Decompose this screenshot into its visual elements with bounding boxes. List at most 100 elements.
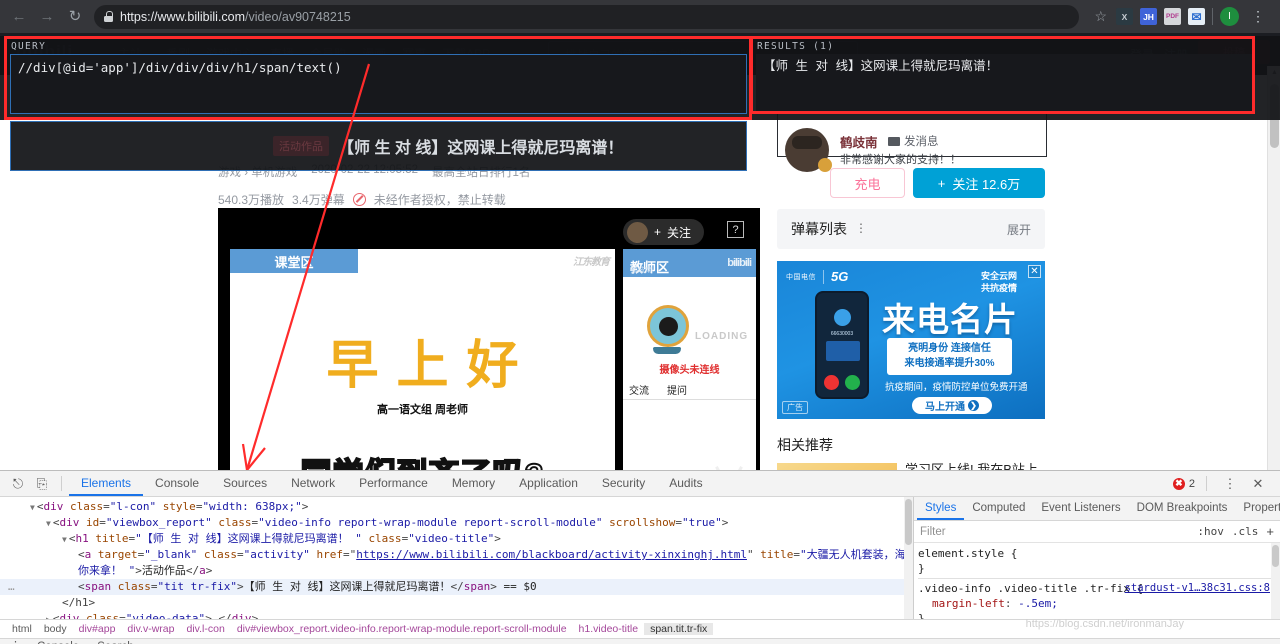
kebab-menu-icon[interactable]: ⋮: [855, 222, 867, 234]
tab-memory[interactable]: Memory: [440, 471, 507, 496]
star-icon[interactable]: ☆: [1087, 8, 1114, 25]
styles-tabs: Styles Computed Event Listeners DOM Brea…: [914, 497, 1280, 521]
tab-application[interactable]: Application: [507, 471, 590, 496]
video-danmaku-count: 3.4万弹幕: [292, 193, 345, 207]
attr-value-link[interactable]: https://www.bilibili.com/blackboard/acti…: [356, 548, 747, 561]
teacher-panel-tabs: 交流 提问: [623, 380, 756, 400]
dom-node-span-tit-selected[interactable]: … <span class="tit tr-fix">【师 生 对 线】这网课上…: [0, 579, 913, 595]
pdf-extension-icon[interactable]: PDF: [1164, 8, 1181, 25]
ad-banner[interactable]: 中国电信 5G 安全云网 共抗疫情 ✕ 66630003 来电名片 亮明身份 连…: [777, 261, 1045, 419]
tab-security[interactable]: Security: [590, 471, 657, 496]
xpath-query-input[interactable]: [10, 54, 747, 114]
slide-watermark: 江东教育: [573, 257, 610, 268]
tab-sources[interactable]: Sources: [211, 471, 279, 496]
page-scrollbar[interactable]: ▲: [1267, 66, 1280, 470]
tab-chat[interactable]: 交流: [629, 382, 649, 397]
close-icon[interactable]: ✕: [1246, 473, 1270, 495]
tab-dom-breakpoints[interactable]: DOM Breakpoints: [1129, 497, 1236, 520]
mail-extension-icon[interactable]: ✉: [1188, 8, 1205, 25]
tab-network[interactable]: Network: [279, 471, 347, 496]
attr-value: "width: 638px;": [202, 500, 302, 513]
expand-triangle-icon[interactable]: ▼: [30, 503, 35, 512]
expand-triangle-icon[interactable]: ▼: [46, 519, 51, 528]
player-follow-button[interactable]: + 关注: [622, 219, 704, 245]
cls-button[interactable]: .cls: [1232, 525, 1259, 538]
style-rule-tr-fix[interactable]: .video-info .video-title .tr-fix { stard…: [918, 581, 1280, 619]
kebab-menu-icon[interactable]: ⋮: [1246, 9, 1270, 23]
extension-bar: X JH PDF ✉ I ⋮: [1116, 7, 1274, 26]
breadcrumb-item-span-tit[interactable]: span.tit.tr-fix: [644, 623, 714, 635]
follow-button[interactable]: + 关注 12.6万: [913, 168, 1045, 198]
forward-arrow-icon[interactable]: →: [34, 4, 60, 30]
tab-styles[interactable]: Styles: [917, 497, 965, 520]
styles-scrollbar[interactable]: [1271, 543, 1280, 619]
close-icon[interactable]: ✕: [1028, 265, 1041, 278]
breadcrumb-item-h1-video-title[interactable]: h1.video-title: [573, 623, 645, 635]
style-property-value[interactable]: -.5em;: [1018, 597, 1058, 610]
dom-scrollbar[interactable]: [904, 497, 913, 619]
address-bar[interactable]: https://www.bilibili.com/video/av9074821…: [94, 4, 1080, 29]
tab-audits[interactable]: Audits: [657, 471, 714, 496]
styles-filter-input[interactable]: Filter: [920, 526, 1189, 538]
dom-node-viewbox-report[interactable]: ▼ <div id="viewbox_report" class="video-i…: [0, 515, 913, 531]
breadcrumb-item-app[interactable]: div#app: [73, 623, 122, 635]
ad-cta-button[interactable]: 马上开通 ❯: [912, 397, 992, 414]
dom-node-h1-video-title[interactable]: ▼ <h1 title="【师 生 对 线】这网课上得就尼玛离谱！ " class…: [0, 531, 913, 547]
status-badge[interactable]: ✖ 2: [1172, 477, 1195, 490]
kebab-menu-icon[interactable]: ⋮: [1218, 473, 1242, 495]
dom-scrollbar-thumb[interactable]: [905, 499, 912, 545]
breadcrumb-item-html[interactable]: html: [6, 623, 38, 635]
tab-performance[interactable]: Performance: [347, 471, 440, 496]
tab-console[interactable]: Console: [143, 471, 211, 496]
tab-properties[interactable]: Properties: [1235, 497, 1280, 520]
styles-scrollbar-thumb[interactable]: [1272, 545, 1279, 567]
list-item[interactable]: 【师 生 对 线】这网课上得就尼玛离谱！: [763, 58, 1247, 75]
breadcrumb-item-body[interactable]: body: [38, 623, 73, 635]
charge-button[interactable]: 充电: [830, 168, 905, 198]
dom-node-a-activity-text[interactable]: 你来拿！ ">活动作品</a>: [0, 563, 913, 579]
ad-tagline: 安全云网 共抗疫情: [980, 271, 1017, 294]
tab-question[interactable]: 提问: [667, 382, 687, 397]
breadcrumb-item-v-wrap[interactable]: div.v-wrap: [121, 623, 180, 635]
danmaku-expand-button[interactable]: 展开: [1007, 221, 1031, 238]
style-source-link[interactable]: stardust-v1…38c31.css:8: [1125, 581, 1270, 596]
avatar[interactable]: I: [1220, 7, 1239, 26]
video-player[interactable]: + 关注 ? 课堂区 江东教育 早上好 高一语文组 周老师 同学们到齐了吗? 教…: [218, 208, 760, 470]
dom-node-l-con[interactable]: ▼ <div class="l-con" style="width: 638px;…: [0, 499, 913, 515]
ad-brand-divider: [823, 269, 824, 284]
send-message-button[interactable]: 发消息: [888, 133, 939, 149]
list-item[interactable]: 学习区上线! 我在B站上名校! >>: [905, 461, 1045, 470]
breadcrumb-item-l-con[interactable]: div.l-con: [180, 623, 230, 635]
style-rule-element[interactable]: element.style { }: [918, 546, 1280, 576]
x-extension-icon[interactable]: X: [1116, 8, 1133, 25]
dom-node-h1-close[interactable]: </h1>: [0, 595, 913, 611]
new-style-rule-button[interactable]: +: [1266, 524, 1274, 539]
dom-ellipsis-button[interactable]: …: [8, 579, 16, 595]
dom-node-video-data-1[interactable]: ▶<div class="video-data">…</div>: [0, 611, 913, 619]
inspect-element-icon[interactable]: ⎋: [6, 473, 30, 495]
tab-event-listeners[interactable]: Event Listeners: [1033, 497, 1128, 520]
slide-subtitle: 高一语文组 周老师: [376, 404, 469, 416]
reload-icon[interactable]: ↻: [62, 4, 88, 30]
back-arrow-icon[interactable]: ←: [6, 4, 32, 30]
tab-elements[interactable]: Elements: [69, 471, 144, 496]
tag-name: div: [43, 500, 64, 513]
hov-button[interactable]: :hov: [1197, 525, 1224, 538]
no-reprint-icon: [352, 193, 366, 206]
ad-5g-label: 5G: [831, 269, 849, 284]
recommend-thumbnail[interactable]: B站不停学: [777, 463, 897, 470]
jh-extension-icon[interactable]: JH: [1140, 8, 1157, 25]
device-toolbar-icon[interactable]: ⎘: [30, 473, 54, 495]
uploader-name[interactable]: 鹤歧南: [840, 132, 878, 151]
xpath-results-panel[interactable]: 【师 生 对 线】这网课上得就尼玛离谱！: [756, 54, 1254, 114]
expand-triangle-icon[interactable]: ▼: [62, 535, 67, 544]
ad-brand: 中国电信 5G: [786, 269, 848, 284]
attr-name: class: [368, 532, 402, 545]
dom-node-a-activity[interactable]: <a target="_blank" class="activity" href…: [0, 547, 913, 563]
tab-computed[interactable]: Computed: [964, 497, 1033, 520]
style-property-name[interactable]: margin-left: [918, 597, 1005, 610]
breadcrumb-item-viewbox-report[interactable]: div#viewbox_report.video-info.report-wra…: [231, 623, 573, 635]
help-icon[interactable]: ?: [727, 221, 744, 238]
slide-question: 同学们到齐了吗?: [230, 449, 615, 470]
dom-tree-pane[interactable]: ▼ <div class="l-con" style="width: 638px;…: [0, 497, 913, 619]
